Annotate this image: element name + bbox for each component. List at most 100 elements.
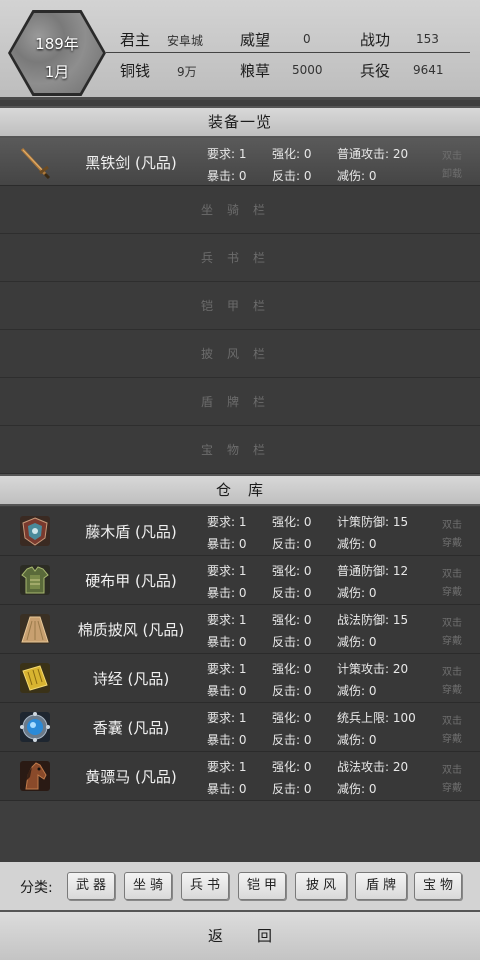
back-button[interactable]: 返回 [0,910,480,960]
requirement: 要求: 1 [207,147,247,161]
filter-cloak-button[interactable]: 披风 [295,872,347,900]
requirement: 要求: 1 [207,662,247,676]
equipped-weapon-row[interactable]: 黑铁剑 (凡品) 要求: 1 强化: 0 普通攻击: 20 暴击: 0 反击: … [0,138,480,186]
main-stat: 战法攻击: 20 [337,760,409,774]
main-stat: 普通防御: 12 [337,564,409,578]
armor-slot[interactable]: 铠甲栏 [0,282,480,330]
double-click-hint: 双击 [442,569,462,580]
equip-hint: 穿戴 [442,587,462,598]
warehouse-item-row[interactable]: 硬布甲 (凡品) 要求: 1 强化: 0 普通防御: 12 暴击: 0 反击: … [0,556,480,605]
enhancement: 强化: 0 [272,147,312,161]
warehouse-item-row[interactable]: 藤木盾 (凡品) 要求: 1 强化: 0 计策防御: 15 暴击: 0 反击: … [0,507,480,556]
merit-label: 战功 [360,31,391,49]
prestige-value: 0 [303,32,311,46]
counter: 反击: 0 [272,169,312,183]
category-label: 分类: [20,880,53,896]
damage-reduction: 减伤: 0 [337,733,377,747]
critical: 暴击: 0 [207,586,247,600]
item-name: 黑铁剑 (凡品) [85,154,177,172]
critical: 暴击: 0 [207,733,247,747]
enhancement: 强化: 0 [272,711,312,725]
military-book-slot[interactable]: 兵书栏 [0,234,480,282]
grain-value: 5000 [292,63,323,77]
copper-label: 铜钱 [120,62,151,80]
requirement: 要求: 1 [207,613,247,627]
enhancement: 强化: 0 [272,662,312,676]
critical: 暴击: 0 [207,684,247,698]
cloak-slot[interactable]: 披风栏 [0,330,480,378]
main-stat: 计策防御: 15 [337,515,409,529]
warehouse-item-row[interactable]: 黄骠马 (凡品) 要求: 1 强化: 0 战法攻击: 20 暴击: 0 反击: … [0,752,480,801]
filter-book-button[interactable]: 兵书 [181,872,229,900]
filter-weapon-button[interactable]: 武器 [67,872,115,900]
item-name: 诗经 (凡品) [92,670,170,688]
equip-hint: 穿戴 [442,538,462,549]
enhancement: 强化: 0 [272,564,312,578]
year-text: 189年 [35,35,79,53]
item-name: 藤木盾 (凡品) [85,523,177,541]
critical: 暴击: 0 [207,537,247,551]
enhancement: 强化: 0 [272,760,312,774]
damage-reduction: 减伤: 0 [337,169,377,183]
warehouse-header: 仓 库 [0,474,480,506]
main-stat: 统兵上限: 100 [337,711,416,725]
double-click-hint: 双击 [442,520,462,531]
counter: 反击: 0 [272,684,312,698]
warehouse-item-row[interactable]: 香囊 (凡品) 要求: 1 强化: 0 统兵上限: 100 暴击: 0 反击: … [0,703,480,752]
shield-slot[interactable]: 盾牌栏 [0,378,480,426]
treasure-slot[interactable]: 宝物栏 [0,426,480,474]
equip-hint: 穿戴 [442,685,462,696]
troops-value: 9641 [413,63,444,77]
requirement: 要求: 1 [207,711,247,725]
equipment-overview-header: 装备一览 [0,106,480,138]
prestige-label: 威望 [240,31,271,49]
critical: 暴击: 0 [207,635,247,649]
category-filter-bar: 分类: 武器 坐骑 兵书 铠甲 披风 盾牌 宝物 [0,862,480,910]
filter-shield-button[interactable]: 盾牌 [355,872,407,900]
counter: 反击: 0 [272,733,312,747]
damage-reduction: 减伤: 0 [337,782,377,796]
main-stat: 战法防御: 15 [337,613,409,627]
requirement: 要求: 1 [207,515,247,529]
cloak-icon [20,614,50,644]
lord-label: 君主 [120,31,151,49]
book-scroll-icon [20,663,50,693]
counter: 反击: 0 [272,586,312,600]
damage-reduction: 减伤: 0 [337,635,377,649]
counter: 反击: 0 [272,635,312,649]
double-click-hint: 双击 [442,151,462,162]
troops-label: 兵役 [360,62,391,80]
double-click-hint: 双击 [442,667,462,678]
sachet-gem-icon [20,712,50,742]
header-divider [106,52,470,53]
month-text: 1月 [44,63,70,81]
status-header: 189年 1月 君主 安阜城 威望 0 战功 153 铜钱 9万 粮草 5000… [0,0,480,100]
equip-hint: 穿戴 [442,783,462,794]
double-click-hint: 双击 [442,618,462,629]
equip-hint: 穿戴 [442,636,462,647]
warehouse-item-row[interactable]: 诗经 (凡品) 要求: 1 强化: 0 计策攻击: 20 暴击: 0 反击: 0… [0,654,480,703]
mount-slot[interactable]: 坐骑栏 [0,186,480,234]
filter-treasure-button[interactable]: 宝物 [414,872,462,900]
lord-value: 安阜城 [167,34,204,48]
item-name: 黄骠马 (凡品) [85,768,177,786]
filter-mount-button[interactable]: 坐骑 [124,872,172,900]
main-stat: 计策攻击: 20 [337,662,409,676]
copper-value: 9万 [177,65,197,79]
damage-reduction: 减伤: 0 [337,586,377,600]
requirement: 要求: 1 [207,564,247,578]
double-click-hint: 双击 [442,765,462,776]
damage-reduction: 减伤: 0 [337,537,377,551]
counter: 反击: 0 [272,537,312,551]
item-name: 硬布甲 (凡品) [85,572,177,590]
item-name: 棉质披风 (凡品) [77,621,185,639]
unequip-hint: 卸载 [442,169,462,180]
counter: 反击: 0 [272,782,312,796]
merit-value: 153 [416,32,439,46]
warehouse-item-row[interactable]: 棉质披风 (凡品) 要求: 1 强化: 0 战法防御: 15 暴击: 0 反击:… [0,605,480,654]
enhancement: 强化: 0 [272,515,312,529]
enhancement: 强化: 0 [272,613,312,627]
critical: 暴击: 0 [207,782,247,796]
damage-reduction: 减伤: 0 [337,684,377,698]
filter-armor-button[interactable]: 铠甲 [238,872,286,900]
